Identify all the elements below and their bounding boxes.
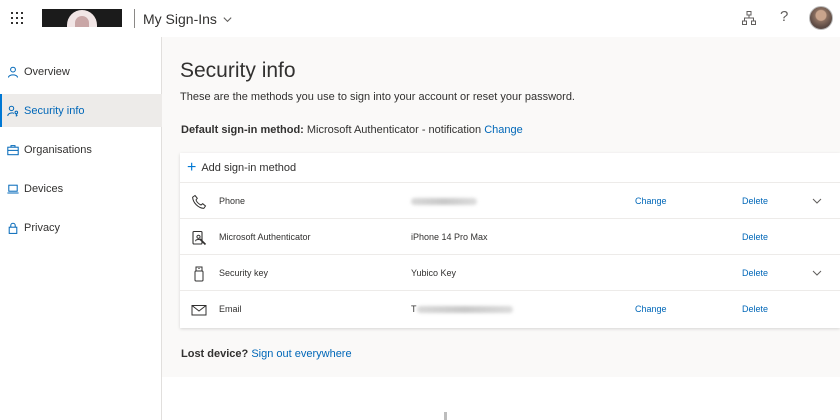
- method-detail: [411, 196, 477, 206]
- method-row-phone: Phone Change Delete: [180, 183, 840, 219]
- phone-icon: [192, 194, 207, 209]
- sign-out-everywhere-link[interactable]: Sign out everywhere: [251, 348, 351, 360]
- main-content: Security info These are the methods you …: [162, 37, 840, 377]
- method-row-email: Email T Change Delete: [180, 291, 840, 327]
- change-phone-link[interactable]: Change: [635, 196, 667, 206]
- app-title: My Sign-Ins: [143, 11, 217, 27]
- method-name: Microsoft Authenticator: [219, 232, 311, 242]
- method-detail: T: [411, 304, 513, 314]
- authenticator-icon: [192, 230, 207, 246]
- page-subtitle: These are the methods you use to sign in…: [180, 91, 575, 103]
- default-method-label: Default sign-in method:: [181, 124, 304, 136]
- sidebar-item-label: Devices: [24, 182, 64, 195]
- lost-device-line: Lost device? Sign out everywhere: [181, 348, 352, 360]
- sidebar-item-security-info[interactable]: Security info: [0, 94, 162, 127]
- delete-authenticator-link[interactable]: Delete: [742, 232, 768, 242]
- app-title-menu[interactable]: My Sign-Ins: [143, 11, 233, 27]
- redacted-value: [411, 198, 477, 206]
- sidebar-item-overview[interactable]: Overview: [0, 55, 162, 88]
- organization-logo[interactable]: [42, 9, 122, 27]
- briefcase-icon: [7, 144, 19, 155]
- chevron-down-icon[interactable]: [812, 196, 822, 206]
- change-default-link[interactable]: Change: [484, 124, 523, 136]
- delete-security-key-link[interactable]: Delete: [742, 268, 768, 278]
- redacted-value: [416, 306, 513, 314]
- person-icon: [8, 66, 18, 78]
- sidebar-item-label: Privacy: [24, 221, 61, 234]
- page-title: Security info: [180, 59, 296, 82]
- method-name: Security key: [219, 268, 269, 278]
- header-divider: [134, 9, 135, 28]
- lock-icon: [8, 222, 18, 234]
- mail-icon: [191, 305, 207, 316]
- user-avatar[interactable]: [809, 6, 833, 30]
- lost-device-label: Lost device?: [181, 348, 249, 360]
- add-method-button[interactable]: + Add sign-in method: [180, 153, 840, 183]
- help-icon[interactable]: ?: [780, 8, 788, 25]
- method-detail: Yubico Key: [411, 268, 457, 278]
- method-detail: iPhone 14 Pro Max: [411, 232, 488, 242]
- change-email-link[interactable]: Change: [635, 304, 667, 314]
- footer-divider: [444, 412, 447, 420]
- sidebar-item-organisations[interactable]: Organisations: [0, 133, 162, 166]
- sidebar-item-label: Overview: [24, 65, 70, 78]
- sidebar-item-label: Organisations: [24, 143, 92, 156]
- delete-email-link[interactable]: Delete: [742, 304, 768, 314]
- plus-icon: +: [187, 158, 197, 176]
- sidebar-item-label: Security info: [24, 104, 85, 117]
- add-method-label: Add sign-in method: [201, 161, 297, 174]
- app-launcher-icon[interactable]: [11, 12, 23, 24]
- org-chart-icon[interactable]: [741, 10, 757, 26]
- sidebar-item-devices[interactable]: Devices: [0, 172, 162, 205]
- usb-key-icon: [194, 266, 204, 282]
- default-method-value: Microsoft Authenticator - notification: [306, 124, 482, 136]
- sidebar-item-privacy[interactable]: Privacy: [0, 211, 162, 244]
- method-row-authenticator: Microsoft Authenticator iPhone 14 Pro Ma…: [180, 219, 840, 255]
- method-name: Phone: [219, 196, 246, 206]
- email-initial: T: [411, 304, 417, 314]
- bottom-area: [162, 377, 840, 420]
- laptop-icon: [7, 184, 19, 193]
- chevron-down-icon[interactable]: [812, 268, 822, 278]
- delete-phone-link[interactable]: Delete: [742, 196, 768, 206]
- top-bar: My Sign-Ins ?: [0, 0, 840, 37]
- person-key-icon: [7, 105, 19, 116]
- method-row-security-key: Security key Yubico Key Delete: [180, 255, 840, 291]
- chevron-down-icon: [223, 16, 232, 22]
- sidebar: Overview Security info Organisations Dev…: [0, 37, 162, 420]
- methods-card: + Add sign-in method Phone Change Delete…: [180, 153, 840, 328]
- method-name: Email: [219, 304, 242, 314]
- default-method-line: Default sign-in method: Microsoft Authen…: [181, 124, 523, 136]
